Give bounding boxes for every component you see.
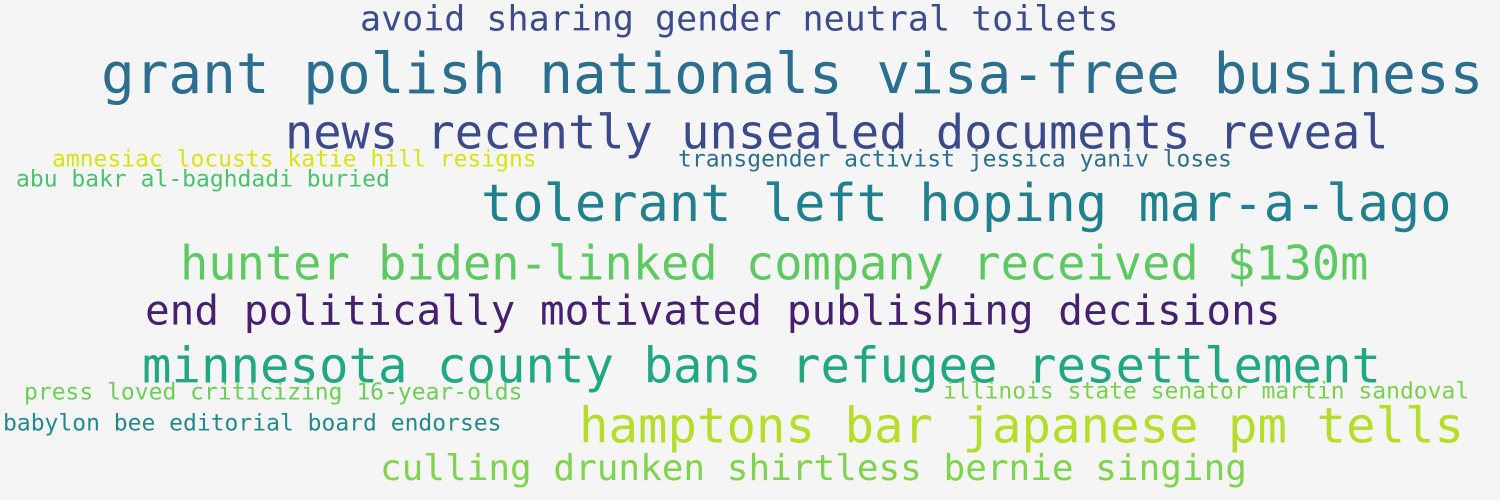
word-cloud: avoid sharing gender neutral toilets gra…	[0, 0, 1500, 500]
word-phrase-5: transgender activist jessica yaniv loses	[678, 146, 1232, 173]
word-phrase-14: hamptons bar japanese pm tells	[579, 397, 1465, 455]
word-phrase-11: press loved criticizing 16-year-olds	[24, 379, 523, 406]
word-phrase-1: avoid sharing gender neutral toilets	[360, 0, 1119, 40]
word-phrase-7: tolerant left hoping mar-a-lago	[481, 174, 1452, 234]
word-phrase-13: babylon bee editorial board endorses	[3, 410, 502, 437]
word-phrase-2: grant polish nationals visa-free busines…	[101, 42, 1484, 107]
word-phrase-8: hunter biden-linked company received $13…	[180, 236, 1369, 292]
word-phrase-6: abu bakr al-baghdadi buried	[16, 166, 390, 193]
word-phrase-9: end politically motivated publishing dec…	[145, 286, 1281, 335]
word-phrase-15: culling drunken shirtless bernie singing	[380, 448, 1247, 489]
